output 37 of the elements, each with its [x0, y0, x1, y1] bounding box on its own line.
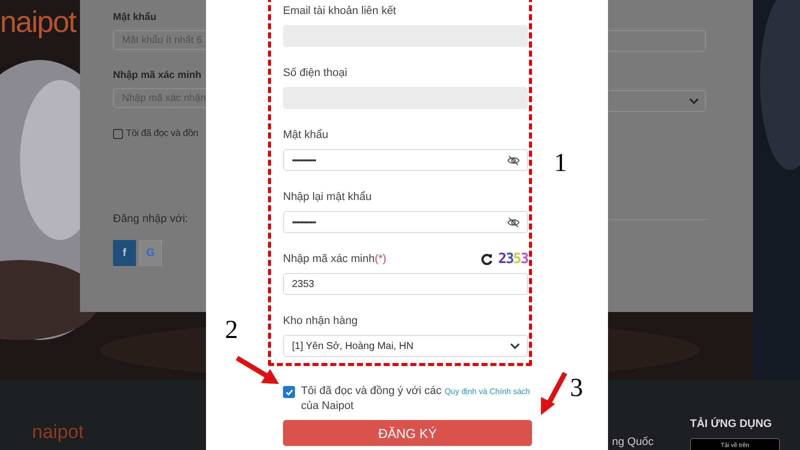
input-field[interactable]: [608, 30, 706, 52]
login-with-text: Đăng nhập với:: [113, 213, 190, 225]
chevron-down-icon: [510, 342, 520, 350]
field-label: Số điện thoại: [283, 67, 348, 79]
field-label: Mật khẩu: [113, 12, 158, 25]
agree-text: Tôi đã đọc và đồng ý với các Quy định và Chính sách của Naipot: [301, 384, 530, 414]
checkbox[interactable]: [283, 386, 295, 398]
arrow: [538, 371, 568, 417]
eye-slash-icon[interactable]: [507, 154, 520, 166]
terms-link[interactable]: Quy định và Chính sách: [444, 387, 530, 396]
field-label: Mật khẩu: [283, 129, 328, 141]
agree-text: Tôi đã đọc và đồn: [126, 128, 198, 139]
field-label: Nhập lại mật khẩu: [283, 191, 372, 203]
field-label: Nhập mã xác minh: [113, 70, 202, 83]
input-field[interactable]: •••••••••••••: [283, 149, 528, 171]
field-label: Kho nhận hàng: [283, 315, 358, 327]
chevron-down-icon: [689, 98, 699, 105]
section-heading: TẢI ỨNG DỤNG: [690, 418, 773, 430]
annotation-number: 1: [554, 150, 567, 176]
input-field[interactable]: •••••••••••••: [283, 211, 528, 233]
eye-slash-icon[interactable]: [507, 216, 520, 228]
facebook-button[interactable]: f: [113, 240, 136, 266]
refresh-icon[interactable]: [481, 253, 494, 265]
input-field[interactable]: 2353: [283, 273, 528, 295]
field-label: Email tài khoản liên kết: [283, 5, 396, 17]
naipot-logo: naipot: [32, 422, 84, 444]
checkbox[interactable]: [113, 128, 123, 138]
select-field[interactable]: [1] Yên Sở, Hoàng Mai, HN: [283, 335, 528, 357]
annotation-number: 3: [570, 375, 583, 401]
captcha-code: 2353: [498, 251, 528, 267]
select-field[interactable]: [608, 90, 706, 112]
arrow: [235, 355, 281, 387]
annotation-number: 2: [225, 317, 238, 343]
footer-text: ng Quốc: [612, 436, 654, 448]
field-label: Nhập mã xác minh(*): [283, 253, 386, 265]
naipot-logo: naipot: [0, 6, 76, 40]
register-button[interactable]: ĐĂNG KÝ: [283, 420, 532, 446]
